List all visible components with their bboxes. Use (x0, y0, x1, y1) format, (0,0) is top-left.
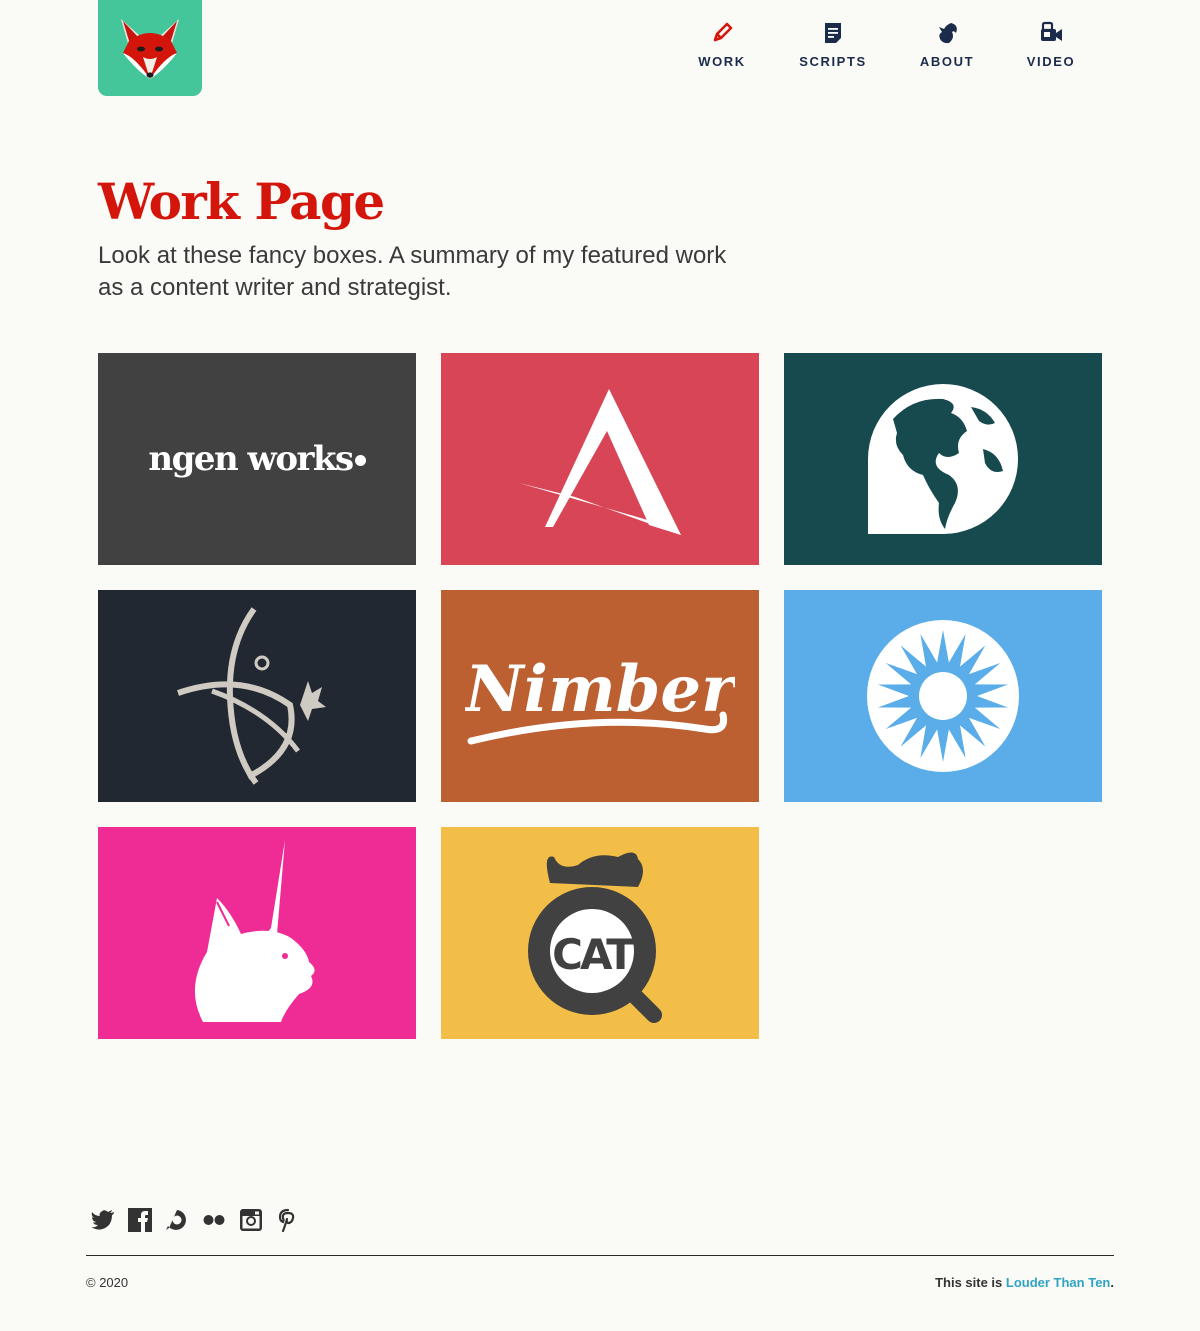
pinterest-link[interactable] (275, 1207, 301, 1233)
louder-than-ten-link[interactable]: Louder Than Ten (1006, 1275, 1110, 1290)
instagram-link[interactable] (238, 1207, 264, 1233)
nav-video[interactable]: VIDEO (1026, 20, 1076, 69)
tile-cat[interactable]: CAT (441, 827, 759, 1039)
nav-scripts[interactable]: SCRIPTS (798, 20, 868, 69)
tile-a-logo[interactable] (441, 353, 759, 565)
squirrel-icon (939, 23, 957, 44)
flickr-link[interactable] (201, 1207, 227, 1233)
nimber-logo-text: Nimber (465, 652, 735, 727)
sun-icon (867, 620, 1019, 772)
crest-icon (177, 607, 326, 785)
intro-line-1: Look at these fancy boxes. A summary of … (98, 242, 727, 269)
footer-divider (86, 1255, 1114, 1256)
tile-sun[interactable] (784, 590, 1102, 802)
nav-video-label: VIDEO (1026, 54, 1076, 69)
copyright: © 2020 (86, 1275, 129, 1290)
globe-icon (868, 384, 1019, 534)
facebook-link[interactable] (127, 1207, 153, 1233)
page-title: Work Page (98, 172, 385, 231)
work-grid: ngen works Nimber CAT (98, 353, 1102, 1040)
document-icon (825, 23, 841, 43)
cat-search-logo: CAT (528, 852, 662, 1023)
main-nav: WORK SCRIPTS ABOUT VIDEO (0, 20, 1200, 80)
tile-nimber[interactable]: Nimber (441, 590, 759, 802)
tile-unicorn-cat[interactable] (98, 827, 416, 1039)
credit-suffix: . (1110, 1275, 1114, 1290)
twitter-icon (91, 1210, 114, 1230)
nimber-logo: Nimber (465, 652, 735, 745)
tile-crest[interactable] (98, 590, 416, 802)
social-links (90, 1207, 301, 1235)
triangle-a-icon (519, 389, 681, 535)
nav-about[interactable]: ABOUT (919, 20, 975, 69)
facebook-icon (128, 1208, 152, 1232)
unicorn-cat-icon (194, 840, 315, 1022)
instagram-icon (240, 1209, 262, 1231)
page-intro: Look at these fancy boxes. A summary of … (98, 240, 798, 304)
nav-work[interactable]: WORK (698, 20, 746, 69)
pinterest-icon (278, 1208, 295, 1232)
tile-ngen-works[interactable]: ngen works (98, 353, 416, 565)
video-camera-icon (1041, 21, 1062, 41)
nav-about-label: ABOUT (919, 54, 975, 69)
intro-line-2: as a content writer and strategist. (98, 274, 452, 301)
credit-prefix: This site is (935, 1275, 1006, 1290)
pencil-icon (713, 22, 733, 42)
tile-globe[interactable] (784, 353, 1102, 565)
disqus-link[interactable] (164, 1207, 190, 1233)
ngen-works-logo-text: ngen works (148, 439, 354, 479)
nav-scripts-label: SCRIPTS (799, 54, 867, 69)
disqus-icon (166, 1210, 186, 1230)
registered-dot-icon (354, 454, 366, 466)
twitter-link[interactable] (90, 1207, 116, 1233)
nav-work-label: WORK (698, 54, 746, 69)
site-credit: This site is Louder Than Ten. (935, 1275, 1114, 1290)
flickr-icon (203, 1215, 225, 1225)
cat-logo-text: CAT (552, 930, 635, 979)
